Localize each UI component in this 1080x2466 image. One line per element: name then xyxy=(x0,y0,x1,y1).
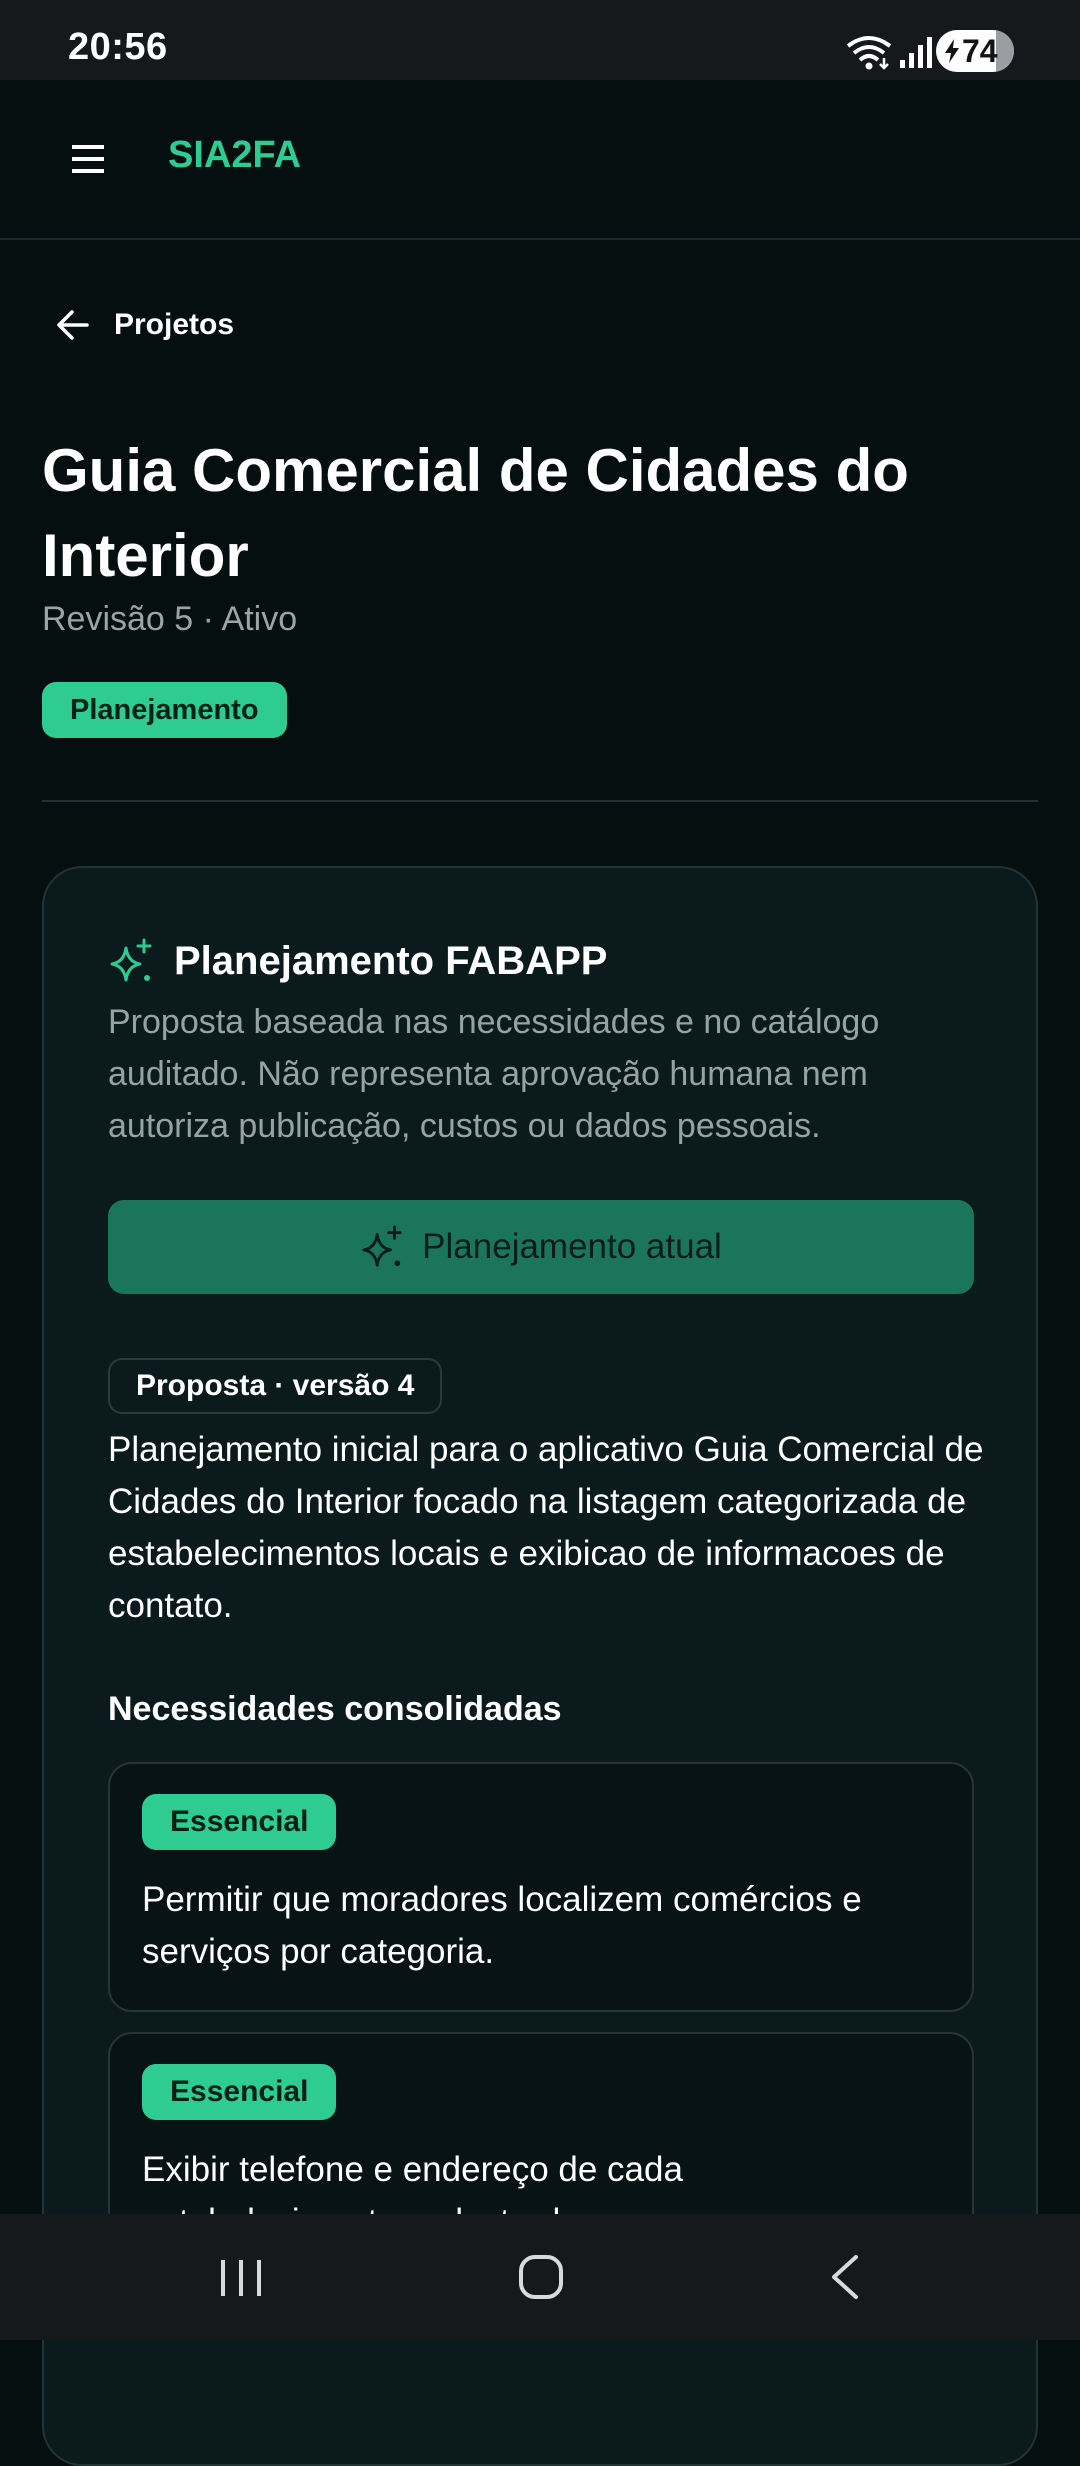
current-plan-button[interactable]: Planejamento atual xyxy=(108,1200,974,1294)
proposal-version-chip: Proposta · versão 4 xyxy=(108,1358,443,1414)
back-icon[interactable] xyxy=(826,2254,862,2300)
wifi-icon xyxy=(846,36,892,70)
arrow-left-icon xyxy=(57,310,89,340)
home-icon[interactable] xyxy=(518,2254,564,2300)
planning-card-header: Planejamento FABAPP xyxy=(108,938,607,984)
divider xyxy=(42,800,1038,802)
recent-apps-icon[interactable] xyxy=(218,2258,264,2298)
sparkle-icon xyxy=(110,938,152,982)
priority-badge: Essencial xyxy=(142,2064,337,2120)
current-plan-button-label: Planejamento atual xyxy=(422,1227,722,1266)
status-bar: 20:56 74 xyxy=(0,0,1080,80)
needs-heading: Necessidades consolidadas xyxy=(108,1690,562,1728)
stage-badge: Planejamento xyxy=(42,682,287,738)
system-nav-bar xyxy=(0,2214,1080,2340)
need-item: Essencial Permitir que moradores localiz… xyxy=(108,1762,974,2012)
page-title: Guia Comercial de Cidades do Interior xyxy=(42,437,909,589)
status-time: 20:56 xyxy=(68,26,168,68)
back-to-projects-link[interactable]: Projetos xyxy=(56,300,234,350)
battery-level: 74 xyxy=(962,33,998,69)
sparkle-icon xyxy=(362,1225,402,1267)
priority-badge: Essencial xyxy=(142,1794,337,1850)
need-description: Permitir que moradores localizem comérci… xyxy=(142,1880,862,1971)
battery-indicator: 74 xyxy=(936,30,1014,72)
signal-icon xyxy=(900,37,932,68)
planning-card-title: Planejamento FABAPP xyxy=(174,938,608,983)
proposal-summary: Planejamento inicial para o aplicativo G… xyxy=(108,1430,984,1625)
menu-icon[interactable] xyxy=(70,142,106,176)
charging-icon xyxy=(945,39,959,63)
planning-card-description: Proposta baseada nas necessidades e no c… xyxy=(108,1003,880,1145)
project-revision-status: Revisão 5 · Ativo xyxy=(42,600,298,638)
app-title: SIA2FA xyxy=(168,134,302,176)
back-link-label: Projetos xyxy=(114,308,235,341)
app-bar: SIA2FA xyxy=(0,80,1080,240)
